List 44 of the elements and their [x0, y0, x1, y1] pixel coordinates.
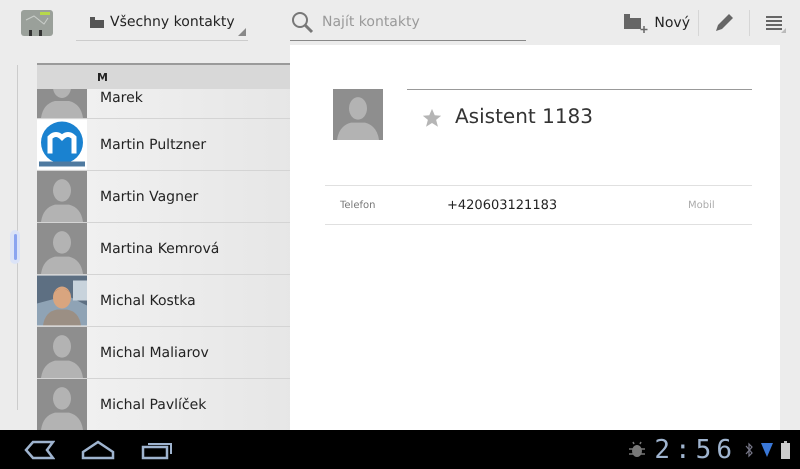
bluetooth-icon: [745, 442, 753, 458]
contact-name: Marek: [100, 89, 143, 107]
clock: 2:56: [654, 434, 737, 464]
search-icon: [290, 10, 314, 34]
contact-name: Martina Kemrová: [100, 240, 220, 256]
fast-scroll-thumb[interactable]: [10, 230, 20, 264]
add-contact-icon: [624, 12, 648, 32]
contact-row[interactable]: Michal Maliarov: [37, 327, 290, 379]
account-filter-dropdown[interactable]: Všechny kontakty: [76, 4, 248, 40]
avatar-icon: [37, 89, 87, 118]
bug-icon: [628, 440, 646, 458]
avatar-icon: [37, 327, 87, 378]
pencil-icon: [713, 12, 735, 34]
contact-row[interactable]: Marek: [37, 89, 290, 119]
contact-name: Michal Maliarov: [100, 344, 209, 360]
contact-row[interactable]: Michal Pavlíček: [37, 379, 290, 430]
contact-name: Martin Vagner: [100, 188, 198, 204]
back-icon: [23, 440, 55, 460]
avatar-icon: [37, 223, 87, 274]
avatar-icon: [37, 171, 87, 222]
star-icon[interactable]: [421, 107, 443, 129]
contact-photo-icon: [333, 89, 383, 140]
battery-icon: [781, 440, 790, 458]
home-icon: [81, 440, 115, 460]
contact-name: Martin Pultzner: [100, 136, 206, 152]
field-label: Telefon: [339, 200, 376, 210]
contact-name: Michal Pavlíček: [100, 396, 206, 412]
dropdown-corner-icon: [238, 28, 246, 36]
contacts-app-icon[interactable]: [20, 8, 54, 38]
contact-name: Michal Kostka: [100, 292, 196, 308]
avatar-icon: [37, 379, 87, 430]
contact-row[interactable]: Michal Kostka: [37, 275, 290, 327]
new-contact-button[interactable]: Nový: [616, 12, 698, 32]
phone-row[interactable]: Telefon +420603121183 Mobil: [325, 186, 752, 225]
phone-number: +420603121183: [447, 198, 558, 212]
contact-row[interactable]: Martin Pultzner: [37, 119, 290, 171]
contact-row[interactable]: Martin Vagner: [37, 171, 290, 223]
phone-type: Mobil: [688, 200, 716, 210]
wifi-icon: [761, 440, 773, 458]
contacts-icon: [90, 16, 104, 28]
contact-name-heading: Asistent 1183: [455, 104, 593, 128]
contact-row[interactable]: Martina Kemrová: [37, 223, 290, 275]
section-header: M: [37, 63, 290, 89]
search-field[interactable]: Najít kontakty: [322, 7, 522, 37]
